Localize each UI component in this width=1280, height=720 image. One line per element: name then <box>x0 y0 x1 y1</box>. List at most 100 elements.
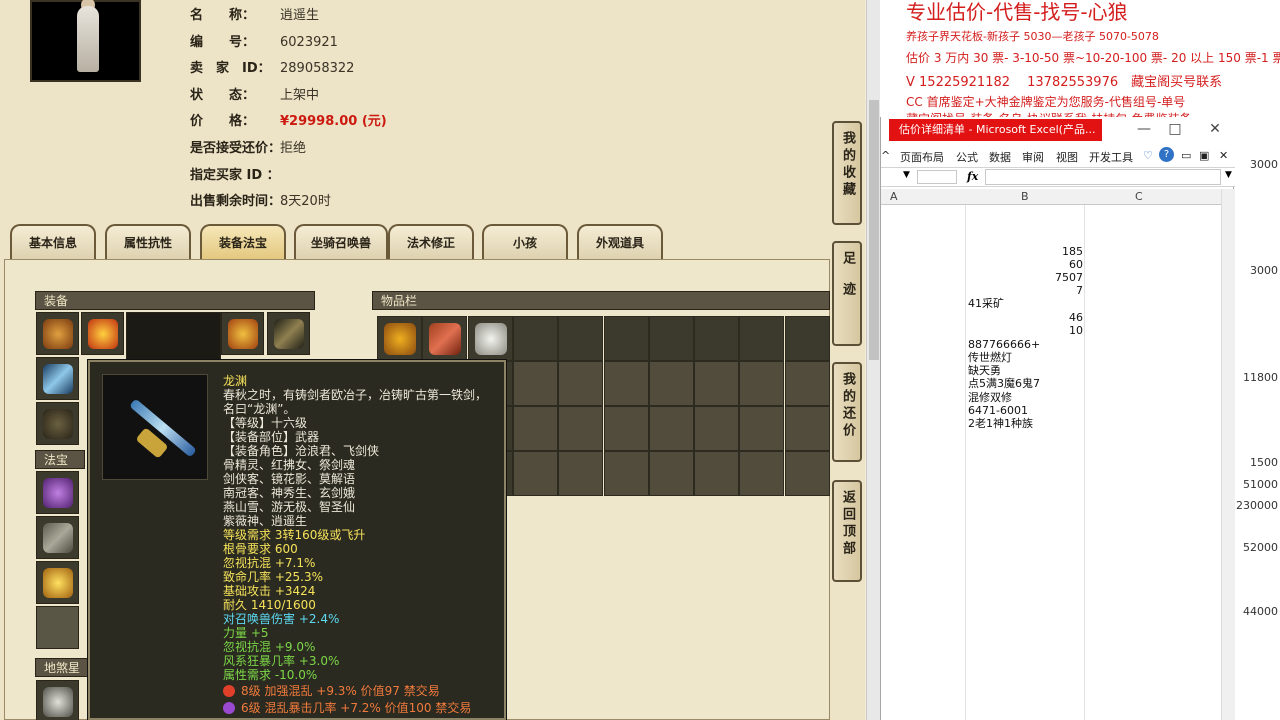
gem-line-2: 6级 混乱暴击几率 +7.2% 价值100 禁交易 <box>223 701 471 715</box>
inventory-slot[interactable] <box>603 406 649 451</box>
treasure-slot-2[interactable] <box>36 516 79 559</box>
inventory-slot[interactable] <box>512 316 558 361</box>
namebox-dropdown-icon[interactable]: ▼ <box>903 170 910 180</box>
treasure-slot-4[interactable] <box>36 606 79 649</box>
cell-b-7[interactable]: 7 <box>1051 284 1083 297</box>
excel-window: 估价详细清单 - Microsoft Excel(产品... — □ ✕ ^ 页… <box>880 117 1235 720</box>
inventory-slot[interactable] <box>694 406 740 451</box>
cell-b-46[interactable]: 46 <box>1051 311 1083 324</box>
inventory-slot[interactable] <box>558 451 604 496</box>
tab-basic-info[interactable]: 基本信息 <box>10 224 96 261</box>
ribbon-close-icon[interactable]: ✕ <box>1219 149 1228 162</box>
cell-b-10[interactable]: 10 <box>1051 324 1083 337</box>
ribbon-tab-developer[interactable]: 开发工具 <box>1089 149 1133 165</box>
info-name: 名 称： 逍遥生 <box>190 4 319 23</box>
inventory-slot[interactable] <box>512 361 558 406</box>
equip-slot-boots[interactable] <box>36 402 79 445</box>
tab-equipment[interactable]: 装备法宝 <box>200 224 286 261</box>
cell-b-text-3[interactable]: 缺天勇 <box>968 364 1001 377</box>
ribbon-restore-icon[interactable]: ▣ <box>1199 149 1209 162</box>
inventory-slot[interactable] <box>648 361 694 406</box>
ribbon-tab-layout[interactable]: 页面布局 <box>900 149 944 165</box>
shasha-slot[interactable] <box>36 680 79 720</box>
excel-title: 估价详细清单 - Microsoft Excel(产品... <box>889 119 1102 141</box>
inventory-slot[interactable] <box>784 406 830 451</box>
page-scrollbar[interactable] <box>866 0 880 720</box>
inventory-slot[interactable] <box>694 316 740 361</box>
equip-slot-helmet[interactable] <box>36 312 79 355</box>
cell-b-185[interactable]: 185 <box>1051 245 1083 258</box>
ribbon-tab-formula[interactable]: 公式 <box>956 149 978 165</box>
inventory-slot[interactable] <box>422 316 468 361</box>
ribbon-min-icon[interactable]: ▭ <box>1181 149 1191 162</box>
equip-slot-weapon[interactable] <box>36 357 79 400</box>
buyer-label: 指定买家 ID ： <box>190 168 280 183</box>
tab-appearance[interactable]: 外观道具 <box>577 224 663 261</box>
col-header-b[interactable]: B <box>1021 190 1029 203</box>
inventory-slot[interactable] <box>512 406 558 451</box>
inventory-slot[interactable] <box>558 406 604 451</box>
footprint-button[interactable]: 足迹 <box>832 241 862 346</box>
col-header-a[interactable]: A <box>890 190 898 203</box>
inventory-slot[interactable] <box>603 361 649 406</box>
tab-attributes[interactable]: 属性抗性 <box>105 224 191 261</box>
inventory-slot[interactable] <box>694 361 740 406</box>
inventory-slot[interactable] <box>558 361 604 406</box>
inventory-slot[interactable] <box>784 316 830 361</box>
cell-b-text-5[interactable]: 混修双修 <box>968 391 1012 404</box>
inventory-slot[interactable] <box>377 316 422 361</box>
equip-slot-belt[interactable] <box>267 312 310 355</box>
cell-b-7507[interactable]: 7507 <box>1051 271 1083 284</box>
fx-icon[interactable]: fx <box>967 170 978 183</box>
treasure-slot-1[interactable] <box>36 471 79 514</box>
heart-icon[interactable]: ♡ <box>1143 149 1153 162</box>
tab-mounts-pets[interactable]: 坐骑召唤兽 <box>294 224 388 261</box>
back-to-top-button[interactable]: 返回顶部 <box>832 480 862 582</box>
inventory-slot[interactable] <box>512 451 558 496</box>
tab-children[interactable]: 小孩 <box>482 224 568 261</box>
minimize-icon[interactable]: — <box>1136 121 1152 137</box>
help-icon[interactable]: ? <box>1159 147 1174 162</box>
tab-spell-fix[interactable]: 法术修正 <box>388 224 474 261</box>
inventory-slot[interactable] <box>739 451 785 496</box>
col-header-c[interactable]: C <box>1135 190 1143 203</box>
inventory-slot[interactable] <box>739 316 785 361</box>
my-counteroffers-button[interactable]: 我的还价 <box>832 362 862 462</box>
inventory-slot[interactable] <box>558 316 604 361</box>
scrollbar-thumb[interactable] <box>869 100 879 360</box>
formula-expand-icon[interactable]: ▼ <box>1225 170 1232 180</box>
inventory-slot[interactable] <box>648 316 694 361</box>
cell-b-mining[interactable]: 41采矿 <box>968 297 1004 310</box>
cell-b-text-4[interactable]: 点5满3魔6鬼7 <box>968 377 1040 390</box>
ribbon-arrow-icon[interactable]: ^ <box>881 149 890 162</box>
equip-slot-armor[interactable] <box>221 312 264 355</box>
cell-b-text-1[interactable]: 887766666+ <box>968 338 1040 351</box>
favorites-button[interactable]: 我的收藏 <box>832 121 862 225</box>
inventory-slot[interactable] <box>467 316 513 361</box>
maximize-icon[interactable]: □ <box>1167 121 1183 137</box>
cell-b-text-7[interactable]: 2老1神1种族 <box>968 417 1033 430</box>
cell-b-text-6[interactable]: 6471-6001 <box>968 404 1028 417</box>
formula-input[interactable] <box>985 169 1221 185</box>
inventory-slot[interactable] <box>739 361 785 406</box>
treasure-slot-3[interactable] <box>36 561 79 604</box>
inventory-slot[interactable] <box>694 451 740 496</box>
close-icon[interactable]: ✕ <box>1207 121 1223 137</box>
equip-slot-necklace[interactable] <box>81 312 124 355</box>
info-counter: 是否接受还价：拒绝 <box>190 137 306 156</box>
col-divider <box>965 205 966 720</box>
ribbon-tab-view[interactable]: 视图 <box>1056 149 1078 165</box>
inventory-slot[interactable] <box>648 451 694 496</box>
inventory-slot[interactable] <box>648 406 694 451</box>
cell-b-60[interactable]: 60 <box>1051 258 1083 271</box>
inventory-slot[interactable] <box>784 361 830 406</box>
inventory-slot[interactable] <box>739 406 785 451</box>
cell-b-text-2[interactable]: 传世燃灯 <box>968 351 1012 364</box>
ribbon-tab-data[interactable]: 数据 <box>989 149 1011 165</box>
inventory-slot[interactable] <box>603 451 649 496</box>
inventory-slot[interactable] <box>603 316 649 361</box>
namebox[interactable] <box>917 170 957 184</box>
ribbon-tab-review[interactable]: 审阅 <box>1022 149 1044 165</box>
inventory-slot[interactable] <box>784 451 830 496</box>
excel-scrollbar[interactable] <box>1221 189 1235 720</box>
